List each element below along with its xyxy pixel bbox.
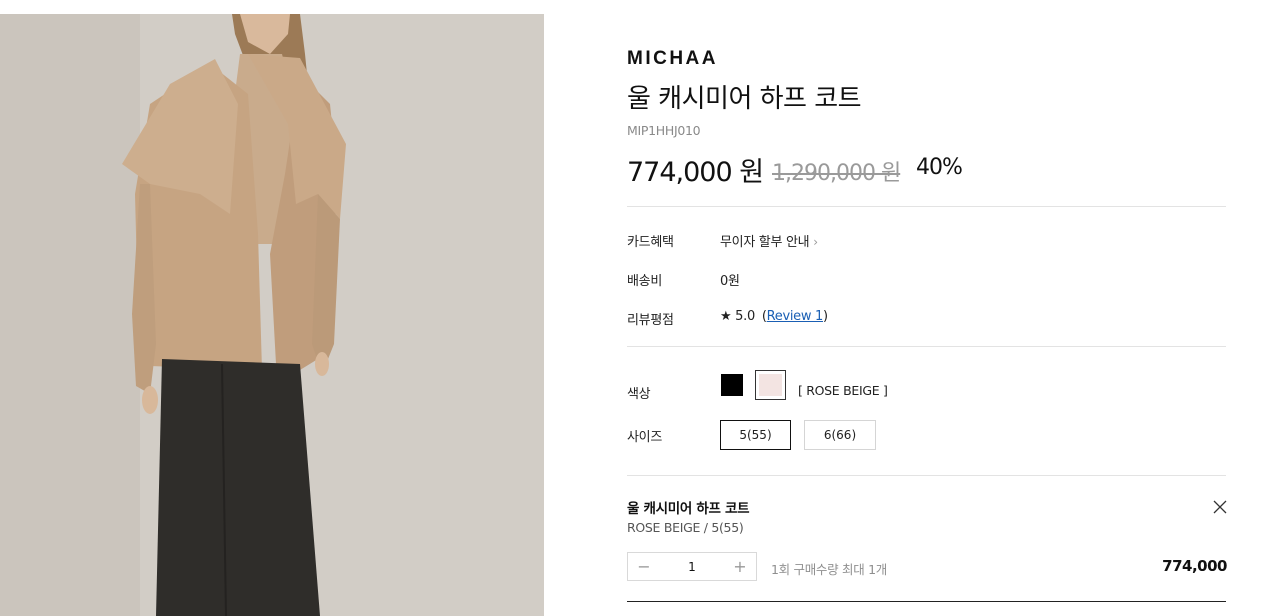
product-title: 울 캐시미어 하프 코트: [627, 84, 862, 114]
color-swatch-black[interactable]: [721, 374, 743, 396]
size-label: 사이즈: [627, 430, 662, 445]
shipping-value: 0원: [720, 274, 740, 289]
quantity-stepper: − +: [627, 552, 757, 581]
color-swatch-rose-beige[interactable]: [755, 370, 786, 400]
brand-name[interactable]: MICHAA: [627, 48, 718, 70]
product-code: MIP1HHJ010: [627, 123, 701, 138]
divider: [627, 206, 1226, 207]
review-label: 리뷰평점: [627, 313, 674, 328]
selected-option-title: 울 캐시미어 하프 코트: [627, 501, 750, 517]
divider: [627, 346, 1226, 347]
installment-link[interactable]: 무이자 할부 안내 ›: [720, 231, 818, 250]
selected-color-name: [ ROSE BEIGE ]: [798, 383, 888, 398]
discount-rate: 40%: [916, 155, 963, 180]
card-benefit-label: 카드혜택: [627, 235, 674, 250]
quantity-input[interactable]: [660, 558, 724, 575]
color-swatch-fill: [759, 374, 782, 396]
quantity-limit-note: 1회 구매수량 최대 1개: [771, 562, 887, 577]
color-label: 색상: [627, 387, 651, 402]
review-score: ★ 5.0: [720, 309, 755, 324]
review-rating: ★ 5.0 (Review 1): [720, 309, 828, 324]
plus-icon[interactable]: +: [724, 553, 756, 580]
product-info: MICHAA 울 캐시미어 하프 코트 MIP1HHJ010 774,000 원…: [627, 0, 1227, 616]
total-divider: [627, 601, 1226, 602]
review-link[interactable]: Review 1: [767, 309, 824, 324]
close-icon[interactable]: [1212, 499, 1228, 515]
chevron-right-icon: ›: [813, 235, 818, 249]
selected-option-detail: ROSE BEIGE / 5(55): [627, 520, 744, 535]
selected-option-price: 774,000: [1162, 557, 1227, 575]
product-image: [0, 14, 544, 616]
installment-link-text[interactable]: 무이자 할부 안내: [720, 235, 810, 250]
product-photo: [0, 14, 544, 616]
divider: [627, 475, 1226, 476]
minus-icon[interactable]: −: [628, 553, 660, 580]
review-close-paren: ): [822, 309, 828, 324]
shipping-label: 배송비: [627, 274, 662, 289]
sale-price: 774,000 원: [627, 157, 764, 188]
size-option-66[interactable]: 6(66): [804, 420, 876, 450]
original-price: 1,290,000 원: [772, 161, 901, 186]
size-option-55[interactable]: 5(55): [720, 420, 791, 450]
